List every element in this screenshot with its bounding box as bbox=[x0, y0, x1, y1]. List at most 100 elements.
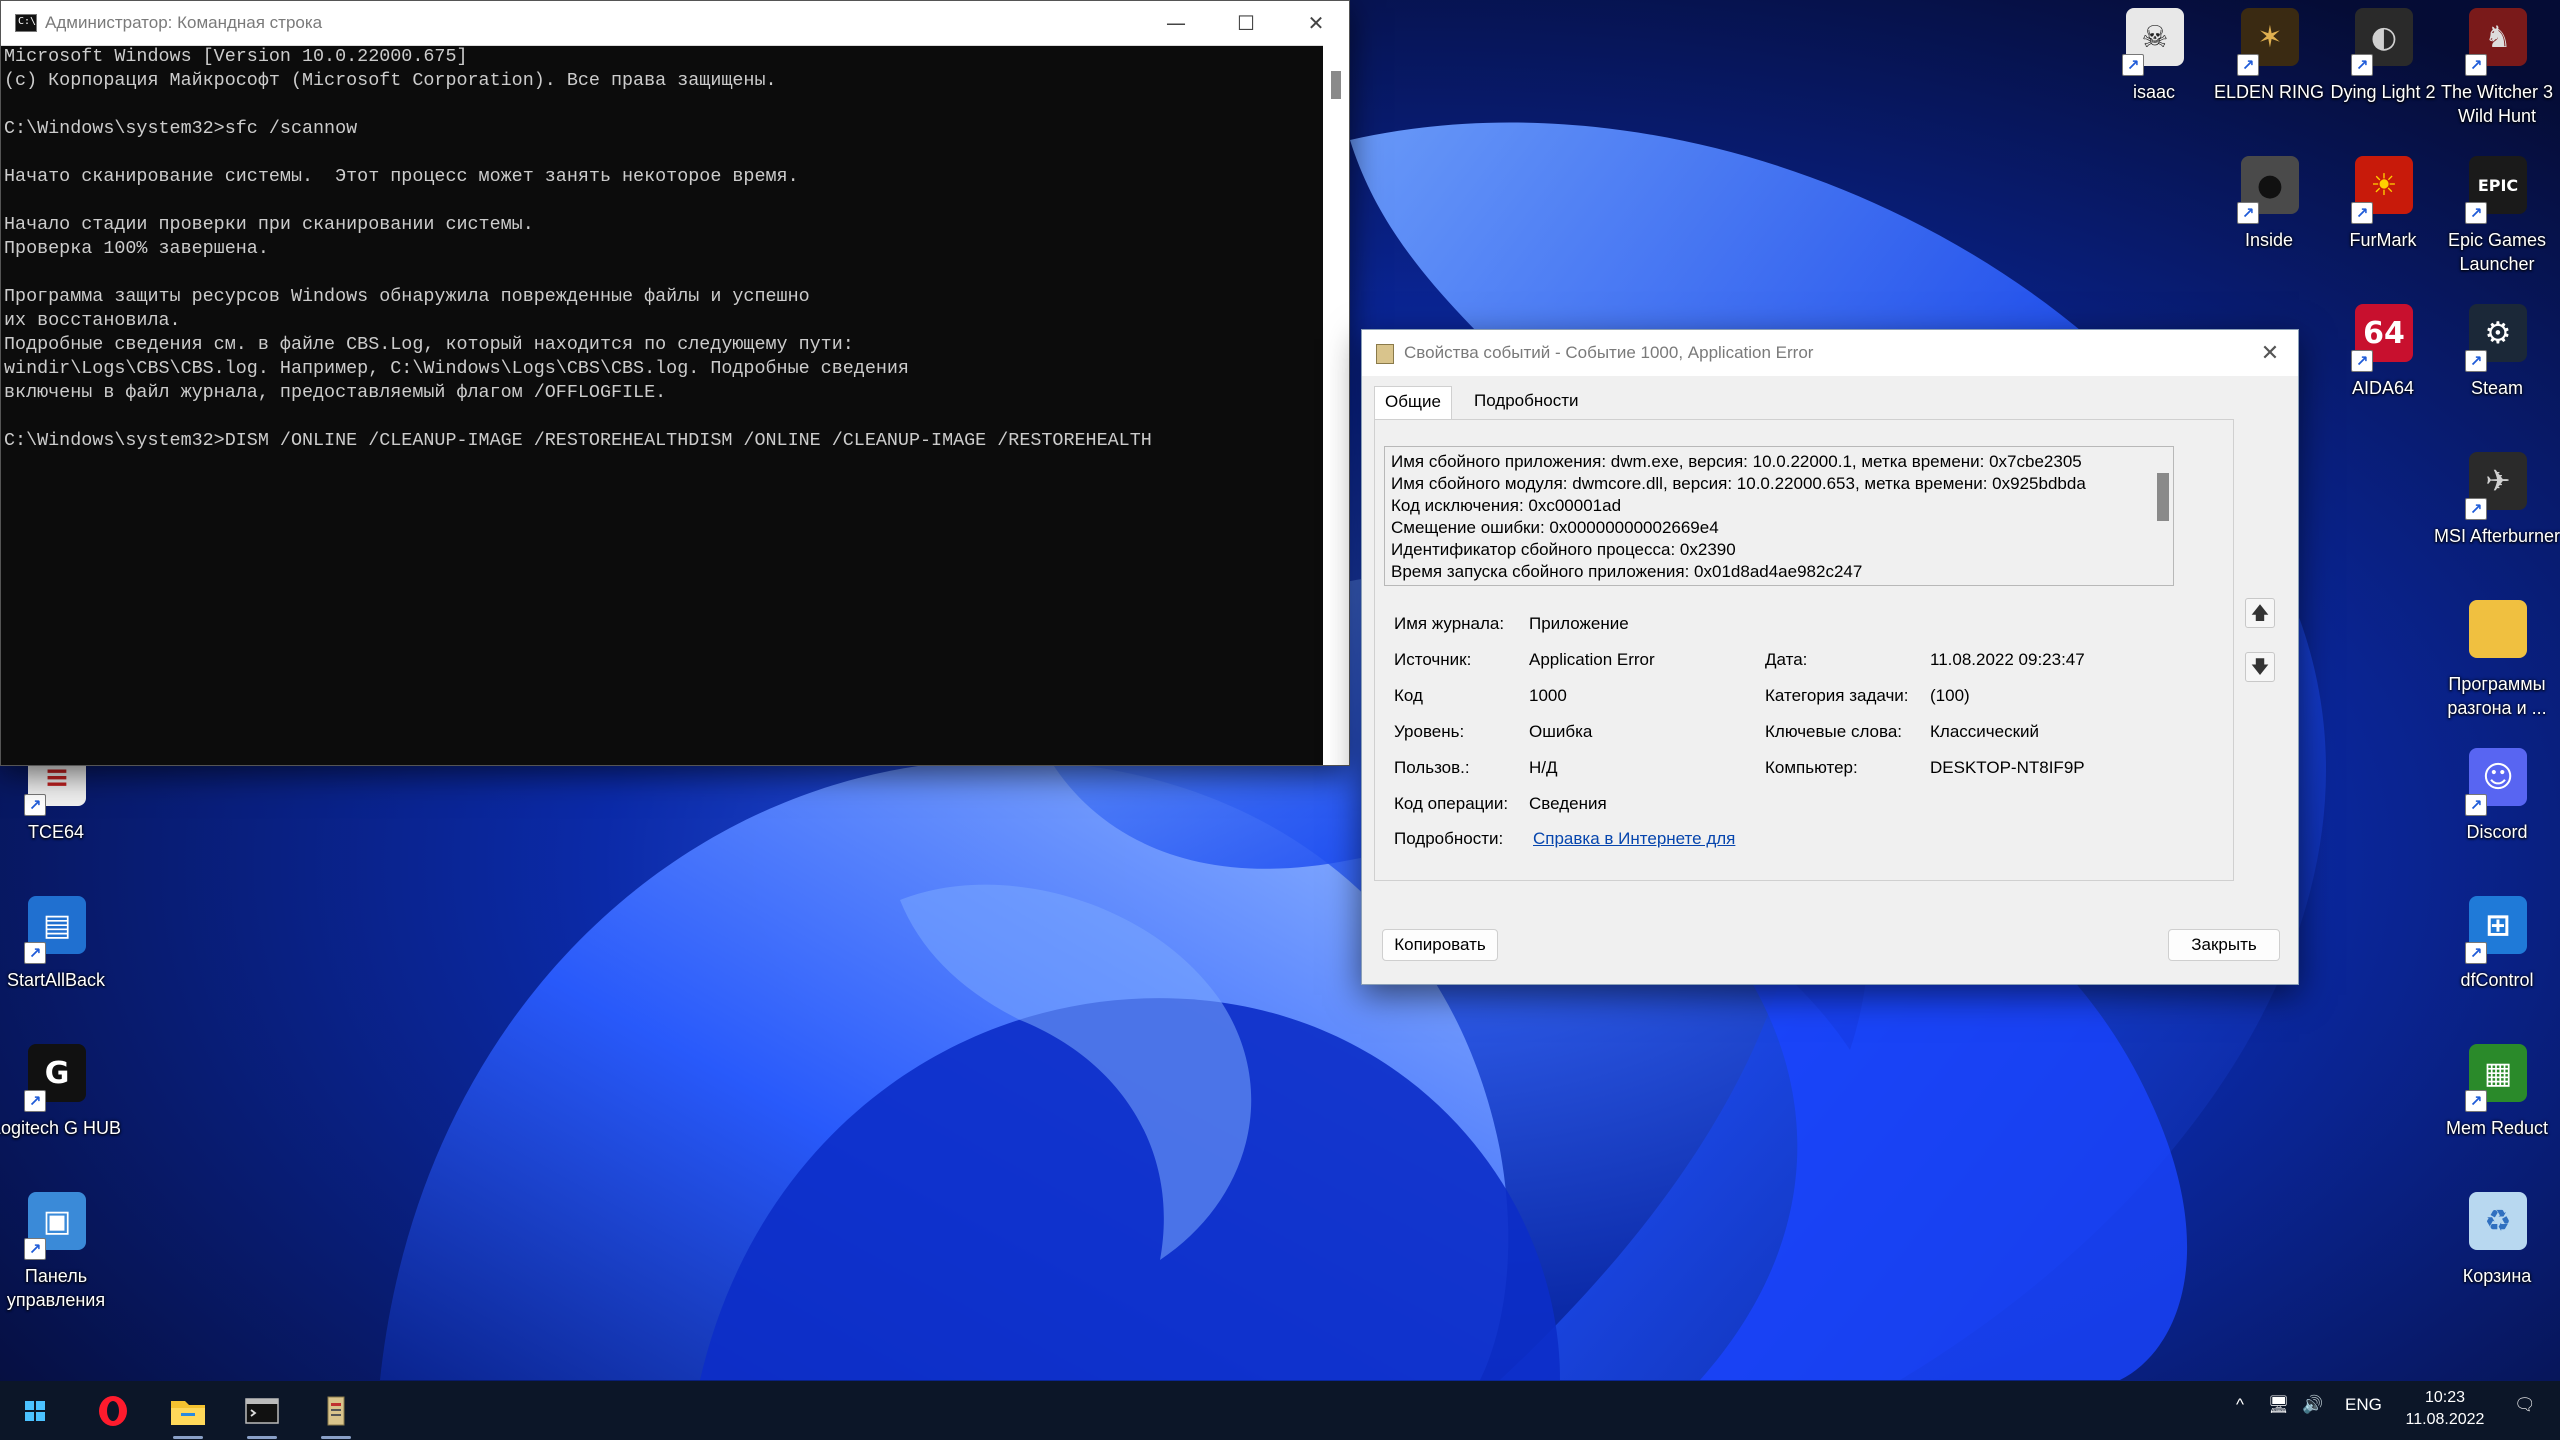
clock[interactable]: 10:23 11.08.2022 bbox=[2370, 1387, 2520, 1431]
close-button[interactable]: ✕ bbox=[1281, 1, 1351, 45]
cmd-titlebar[interactable]: C:\ Администратор: Командная строка — ☐ … bbox=[1, 1, 1349, 46]
dialog-close-button[interactable]: ✕ bbox=[2252, 336, 2288, 370]
shortcut-arrow-icon: ↗ bbox=[2465, 498, 2487, 520]
description-line: Имя сбойного модуля: dwmcore.dll, версия… bbox=[1391, 474, 2086, 493]
clock-date: 11.08.2022 bbox=[2405, 1411, 2485, 1428]
desktop-icon-label: Mem Reduct bbox=[2445, 1118, 2549, 1138]
description-scrollbar[interactable] bbox=[2151, 447, 2173, 585]
clock-time: 10:23 bbox=[2424, 1389, 2466, 1406]
desktop-icon[interactable]: ⚙ ↗ Steam bbox=[2429, 296, 2560, 436]
tab-details[interactable]: Подробности bbox=[1464, 386, 1589, 416]
close-dialog-button[interactable]: Закрыть bbox=[2168, 929, 2280, 961]
level-label: Уровень: bbox=[1394, 722, 1465, 741]
event-description-box[interactable]: Имя сбойного приложения: dwm.exe, версия… bbox=[1384, 446, 2174, 586]
source-label: Источник: bbox=[1394, 650, 1472, 669]
dialog-titlebar[interactable]: Свойства событий - Событие 1000, Applica… bbox=[1362, 330, 2298, 376]
desktop-icon-label: Корзина bbox=[2462, 1266, 2532, 1286]
desktop-icon[interactable]: G ↗ Logitech G HUB bbox=[0, 1036, 124, 1176]
running-indicator bbox=[247, 1436, 277, 1439]
volume-icon[interactable]: 🔊 bbox=[2302, 1395, 2323, 1415]
event-properties-dialog[interactable]: Свойства событий - Событие 1000, Applica… bbox=[1361, 329, 2299, 985]
shortcut-arrow-icon: ↗ bbox=[2465, 794, 2487, 816]
desktop-icon[interactable]: Программы разгона и ... bbox=[2429, 592, 2560, 732]
desktop-icon-label: The Witcher 3 Wild Hunt bbox=[2440, 82, 2554, 126]
show-hidden-icons-button[interactable]: ^ bbox=[2236, 1395, 2244, 1415]
cmd-icon: C:\ bbox=[15, 14, 37, 32]
start-button[interactable] bbox=[6, 1389, 64, 1433]
console-line: Проверка 100% завершена. bbox=[4, 238, 269, 259]
console-line: windir\Logs\CBS\CBS.log. Например, C:\Wi… bbox=[4, 358, 909, 379]
desktop-icon-label: MSI Afterburner bbox=[2433, 526, 2560, 546]
cmd-scrollbar[interactable] bbox=[1323, 45, 1349, 765]
cmd-title: Администратор: Командная строка bbox=[45, 13, 323, 32]
desktop-icon[interactable]: ☺ ↗ Discord bbox=[2429, 740, 2560, 880]
level-value: Ошибка bbox=[1529, 722, 1593, 741]
console-line: Начато сканирование системы. Этот процес… bbox=[4, 166, 799, 187]
folder-icon bbox=[2469, 600, 2527, 658]
event-id-value: 1000 bbox=[1529, 686, 1567, 705]
desktop-icon[interactable]: ⊞ ↗ dfControl bbox=[2429, 888, 2560, 1028]
shortcut-arrow-icon: ↗ bbox=[2122, 54, 2144, 76]
console-line: C:\Windows\system32>DISM /ONLINE /CLEANU… bbox=[4, 430, 1152, 451]
task-category-value: (100) bbox=[1930, 686, 1970, 705]
desktop-icon[interactable]: ▣ ↗ Панель управления bbox=[0, 1184, 124, 1324]
cmd-window[interactable]: C:\ Администратор: Командная строка — ☐ … bbox=[0, 0, 1350, 766]
description-line: Идентификатор сбойного процесса: 0x2390 bbox=[1391, 540, 1736, 559]
online-help-link[interactable]: Справка в Интернете для bbox=[1533, 829, 1735, 849]
desktop-icon[interactable]: EPIC ↗ Epic Games Launcher bbox=[2429, 148, 2560, 288]
description-line: Смещение ошибки: 0x00000000002669e4 bbox=[1391, 518, 1719, 537]
event-viewer-button[interactable] bbox=[307, 1389, 365, 1439]
desktop-icon[interactable]: ✈ ↗ MSI Afterburner bbox=[2429, 444, 2560, 584]
scrollbar-thumb[interactable] bbox=[2157, 473, 2169, 521]
event-log-icon bbox=[1376, 344, 1394, 364]
shortcut-arrow-icon: ↗ bbox=[2351, 54, 2373, 76]
event-id-label: Код bbox=[1394, 686, 1423, 705]
task-category-label: Категория задачи: bbox=[1765, 686, 1909, 705]
scrollbar-thumb[interactable] bbox=[1331, 71, 1341, 99]
cmd-button[interactable] bbox=[233, 1389, 291, 1439]
explorer-button[interactable] bbox=[159, 1389, 217, 1439]
taskbar: ^ 🖥 🔊 ENG 10:23 11.08.2022 🗨 bbox=[0, 1381, 2560, 1440]
opcode-label: Код операции: bbox=[1394, 794, 1509, 813]
desktop-icon[interactable]: ▦ ↗ Mem Reduct bbox=[2429, 1036, 2560, 1176]
description-line: Имя сбойного приложения: dwm.exe, версия… bbox=[1391, 452, 2082, 471]
desktop-icon-label: Программы разгона и ... bbox=[2447, 674, 2547, 718]
maximize-button[interactable]: ☐ bbox=[1211, 1, 1281, 45]
desktop-icon[interactable]: ♞ ↗ The Witcher 3 Wild Hunt bbox=[2429, 0, 2560, 140]
shortcut-arrow-icon: ↗ bbox=[2465, 942, 2487, 964]
tab-general[interactable]: Общие bbox=[1374, 386, 1452, 420]
notification-icon[interactable]: 🗨 bbox=[2514, 1395, 2536, 1415]
desktop-icon-label: TCE64 bbox=[27, 822, 85, 842]
previous-event-button[interactable]: 🡅 bbox=[2245, 598, 2275, 628]
next-event-button[interactable]: 🡇 bbox=[2245, 652, 2275, 682]
recycle-bin-icon: ♻ bbox=[2469, 1192, 2527, 1250]
cmd-icon bbox=[245, 1398, 279, 1424]
network-icon[interactable]: 🖥 bbox=[2268, 1395, 2290, 1415]
opera-button[interactable] bbox=[84, 1389, 142, 1433]
desktop-icon[interactable]: ▤ ↗ StartAllBack bbox=[0, 888, 124, 1028]
desktop-icon[interactable]: ♻ Корзина bbox=[2429, 1184, 2560, 1324]
shortcut-arrow-icon: ↗ bbox=[24, 942, 46, 964]
console-line: включены в файл журнала, предоставляемый… bbox=[4, 382, 667, 403]
user-label: Пользов.: bbox=[1394, 758, 1470, 777]
date-value: 11.08.2022 09:23:47 bbox=[1930, 650, 2085, 669]
windows-logo-icon bbox=[25, 1401, 45, 1421]
console-output[interactable]: Microsoft Windows [Version 10.0.22000.67… bbox=[4, 45, 1320, 763]
desktop-icon-label: Steam bbox=[2470, 378, 2524, 398]
copy-button[interactable]: Копировать bbox=[1382, 929, 1498, 961]
console-line: их восстановила. bbox=[4, 310, 181, 331]
description-line: Время запуска сбойного приложения: 0x01d… bbox=[1391, 562, 1863, 581]
console-line: (c) Корпорация Майкрософт (Microsoft Cor… bbox=[4, 70, 777, 91]
log-name-label: Имя журнала: bbox=[1394, 614, 1505, 633]
desktop-icon-label: Epic Games Launcher bbox=[2447, 230, 2547, 274]
shortcut-arrow-icon: ↗ bbox=[2351, 202, 2373, 224]
log-name-value: Приложение bbox=[1529, 614, 1629, 633]
keywords-label: Ключевые слова: bbox=[1765, 722, 1903, 741]
minimize-button[interactable]: — bbox=[1141, 1, 1211, 45]
desktop-icon-label: dfControl bbox=[2460, 970, 2534, 990]
event-viewer-icon bbox=[327, 1396, 345, 1426]
running-indicator bbox=[173, 1436, 203, 1439]
